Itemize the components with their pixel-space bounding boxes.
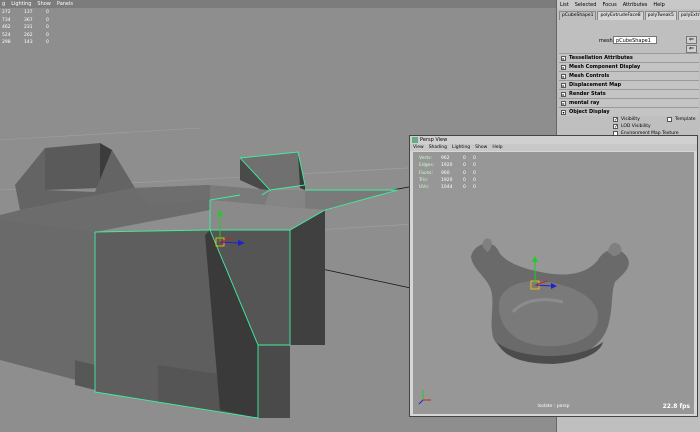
section-mesh-controls[interactable]: ▸ Mesh Controls xyxy=(559,71,699,80)
viewport-menu-bar: g Lighting Show Panels xyxy=(0,0,556,8)
mesh-back-top xyxy=(45,143,100,190)
ae-menu-attributes[interactable]: Attributes xyxy=(623,2,648,8)
expand-arrow-icon[interactable]: ▸ xyxy=(561,64,566,70)
collapse-arrow-icon[interactable]: ▾ xyxy=(561,109,566,115)
ae-menu-bar: List Selected Focus Attributes Help xyxy=(557,0,700,9)
expand-arrow-icon[interactable]: ▸ xyxy=(561,82,566,88)
menu-item-panels[interactable]: Panels xyxy=(57,0,73,8)
expand-arrow-icon[interactable]: ▸ xyxy=(561,55,566,61)
ae-menu-help[interactable]: Help xyxy=(653,2,664,8)
persp-menu-shading[interactable]: Shading xyxy=(429,144,447,151)
template-label: Template xyxy=(675,117,696,122)
section-object-display[interactable]: ▾ Object Display xyxy=(559,107,699,116)
ae-menu-selected[interactable]: Selected xyxy=(575,2,597,8)
ae-menu-focus[interactable]: Focus xyxy=(602,2,616,8)
poly-count-hud: 272 137 0 734 367 0 462 231 0 524 262 0 298 143 0 xyxy=(2,10,49,45)
expand-arrow-icon[interactable]: ▸ xyxy=(561,73,566,79)
lod-visibility-label: LOD Visibility xyxy=(621,124,651,129)
menu-item-show[interactable]: Show xyxy=(37,0,51,8)
menu-item-view[interactable]: g xyxy=(2,0,5,8)
tab-polyextrudeface5[interactable]: polyExtrudeFace5 xyxy=(677,11,700,20)
menu-item-lighting[interactable]: Lighting xyxy=(11,0,31,8)
persp-viewport[interactable]: Verts: 962 0 0 Edges: 1920 0 0 Faces: 960 0 0 Tri… xyxy=(413,152,694,414)
section-mesh-component-display[interactable]: ▸ Mesh Component Display xyxy=(559,62,699,71)
ae-sections: ▸ Tessellation Attributes ▸ Mesh Component… xyxy=(559,53,699,144)
visibility-checkbox[interactable]: ✓ xyxy=(613,117,618,123)
expand-arrow-icon[interactable]: ▸ xyxy=(561,100,566,106)
mesh-name-row: mesh: pCubeShape1 ⇐ ⇐ xyxy=(557,36,700,53)
template-checkbox[interactable] xyxy=(667,117,672,122)
expand-arrow-icon[interactable]: ▸ xyxy=(561,91,566,97)
window-icon xyxy=(412,137,418,143)
ae-menu-list[interactable]: List xyxy=(560,2,569,8)
tab-polytweak5[interactable]: polyTweak5 xyxy=(644,11,677,20)
smooth-mesh xyxy=(471,238,629,364)
section-tessellation[interactable]: ▸ Tessellation Attributes xyxy=(559,53,699,62)
persp-menu-view[interactable]: View xyxy=(413,144,424,151)
tab-polyextrudeface8[interactable]: polyExtrudeFace8 xyxy=(597,11,644,20)
persp-menu-bar: View Shading Lighting Show Help xyxy=(410,144,697,151)
view-axis-icon xyxy=(418,390,431,405)
section-displacement-map[interactable]: ▸ Displacement Map xyxy=(559,80,699,89)
camera-label: Isolate : persp xyxy=(537,404,570,409)
visibility-label: Visibility xyxy=(621,117,640,122)
persp-menu-show[interactable]: Show xyxy=(475,144,487,151)
lod-visibility-checkbox[interactable]: ✓ xyxy=(613,124,618,130)
mesh-left-face xyxy=(0,220,95,385)
persp-title-bar[interactable]: Persp View xyxy=(410,136,697,144)
ae-node-tabs: pCubeShape1 polyExtrudeFace8 polyTweak5 … xyxy=(557,9,700,20)
persp-title: Persp View xyxy=(420,137,448,143)
persp-menu-lighting[interactable]: Lighting xyxy=(452,144,470,151)
tab-pcubeshape1[interactable]: pCubeShape1 xyxy=(559,11,597,20)
section-render-stats[interactable]: ▸ Render Stats xyxy=(559,89,699,98)
section-mental-ray[interactable]: ▸ mental ray xyxy=(559,98,699,107)
persp-poly-count-hud: Verts: 962 0 0 Edges: 1920 0 0 Faces: 960 0 0 Tri… xyxy=(419,156,476,191)
persp-view-window[interactable]: Persp View View Shading Lighting Show He… xyxy=(409,135,698,417)
presets-icon[interactable]: ⇐ xyxy=(686,45,697,53)
fps-readout: 22.8 fps xyxy=(662,403,690,410)
mesh-name-field[interactable]: pCubeShape1 xyxy=(613,36,657,44)
focus-icon[interactable]: ⇐ xyxy=(686,36,697,44)
persp-menu-help[interactable]: Help xyxy=(492,144,502,151)
